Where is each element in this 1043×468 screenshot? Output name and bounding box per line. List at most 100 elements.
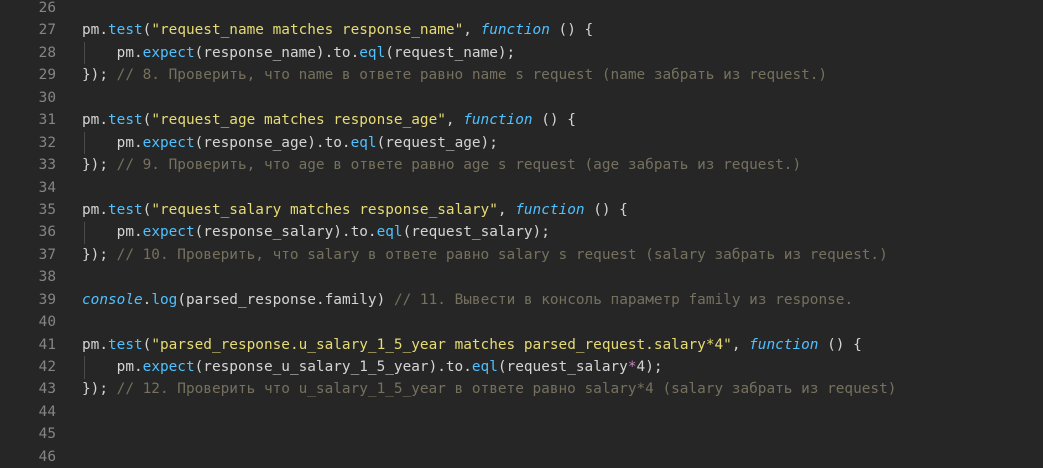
code-token: ,	[445, 112, 464, 129]
indent-guide	[84, 356, 85, 379]
code-token: // 12. Проверить что u_salary_1_5_year в…	[116, 381, 897, 398]
code-token: eql	[350, 134, 377, 151]
code-token: () {	[532, 112, 576, 129]
code-text[interactable]: pm.test("request_name matches response_n…	[82, 19, 593, 41]
code-token: (request_name);	[385, 44, 516, 61]
code-line[interactable]: 31 pm.test("request_age matches response_…	[0, 109, 1043, 131]
line-number: 37	[38, 246, 56, 263]
code-token: (response_u_salary_1_5_year).to.	[194, 359, 472, 375]
code-line[interactable]: 45	[0, 423, 1043, 445]
line-number: 41	[38, 336, 56, 353]
code-line[interactable]: 38	[0, 266, 1043, 288]
code-token: test	[108, 22, 143, 39]
code-line[interactable]: 39 console.log(parsed_response.family) //…	[0, 289, 1043, 311]
line-number: 32	[38, 134, 56, 151]
code-token: ,	[497, 201, 516, 218]
line-number: 26	[38, 0, 56, 16]
code-token: (parsed_response.family)	[177, 291, 394, 308]
line-number: 35	[38, 201, 56, 218]
line-number: 44	[38, 403, 56, 420]
code-token: (request_age);	[376, 134, 498, 151]
line-number: 38	[38, 269, 56, 286]
code-text[interactable]: console.log(parsed_response.family) // 1…	[82, 289, 853, 311]
line-number: 36	[38, 224, 56, 241]
code-line[interactable]: 35 pm.test("request_salary matches respon…	[0, 199, 1043, 221]
code-token: "request_age matches response_age"	[151, 112, 446, 129]
code-text[interactable]: pm.expect(response_age).to.eql(request_a…	[82, 132, 498, 154]
code-line[interactable]: 29}); // 8. Проверить, что name в ответе…	[0, 64, 1043, 86]
code-token: test	[108, 201, 143, 218]
code-token: 4);	[636, 359, 663, 375]
code-token: "request_salary matches response_salary"	[151, 201, 498, 218]
code-token: function	[480, 22, 550, 39]
code-text[interactable]: }); // 9. Проверить, что age в ответе ра…	[82, 154, 801, 176]
code-token: pm.	[82, 336, 108, 353]
code-token: expect	[142, 224, 195, 241]
code-line[interactable]: 33 }); // 9. Проверить, что age в ответе …	[0, 154, 1043, 176]
code-token: (response_salary).to.	[194, 224, 377, 241]
code-line[interactable]: 34	[0, 177, 1043, 199]
code-line[interactable]: 27 pm.test("request_name matches response…	[0, 19, 1043, 41]
code-token: ,	[731, 336, 750, 353]
code-token: log	[151, 291, 178, 308]
line-number: 27	[38, 22, 56, 39]
code-token: // 8. Проверить, что name в ответе равно…	[116, 67, 828, 84]
code-text[interactable]: pm.test("request_salary matches response…	[82, 199, 628, 221]
code-token: eql	[471, 359, 498, 375]
code-token: (response_name).to.	[194, 44, 360, 61]
line-number: 40	[38, 314, 56, 331]
code-token: });	[82, 67, 117, 84]
line-number: 31	[38, 112, 56, 129]
code-text[interactable]: pm.expect(response_name).to.eql(request_…	[82, 42, 516, 64]
indent-guide	[84, 221, 85, 244]
code-token: eql	[376, 224, 403, 241]
code-token: () {	[818, 336, 862, 353]
code-editor[interactable]: 26 27 pm.test("request_name matches respon…	[0, 0, 1043, 467]
code-line[interactable]: 46	[0, 446, 1043, 468]
line-number: 42	[38, 359, 56, 375]
code-line[interactable]: 32 pm.expect(response_age).to.eql(reques…	[0, 132, 1043, 154]
code-text[interactable]: }); // 8. Проверить, что name в ответе р…	[82, 64, 827, 86]
line-number: 34	[38, 179, 56, 196]
code-token: (response_age).to.	[194, 134, 351, 151]
code-line[interactable]: 43 }); // 12. Проверить что u_salary_1_5_…	[0, 378, 1043, 400]
code-token: pm.	[82, 134, 143, 151]
code-token: console	[82, 291, 143, 308]
indent-guide	[84, 131, 85, 155]
code-text[interactable]: pm.expect(response_u_salary_1_5_year).to…	[82, 356, 663, 378]
code-token: });	[82, 157, 117, 174]
code-text[interactable]: pm.test("parsed_response.u_salary_1_5_ye…	[82, 334, 862, 356]
code-text[interactable]: pm.expect(response_salary).to.eql(reques…	[82, 221, 550, 243]
code-token: "request_name matches response_name"	[151, 22, 464, 39]
line-number: 46	[38, 448, 56, 465]
code-token: function	[515, 201, 585, 218]
code-text[interactable]: pm.test("request_age matches response_ag…	[82, 109, 576, 131]
code-token: // 10. Проверить, что salary в ответе ра…	[116, 246, 888, 263]
line-number: 43	[38, 381, 56, 398]
code-line[interactable]: 30	[0, 87, 1043, 109]
code-text[interactable]: }); // 12. Проверить что u_salary_1_5_ye…	[82, 378, 896, 400]
line-number: 39	[38, 291, 56, 308]
code-token: test	[108, 112, 143, 129]
code-line[interactable]: 28 pm.expect(response_name).to.eql(reque…	[0, 42, 1043, 64]
line-number: 45	[38, 426, 56, 443]
code-line[interactable]: 42 pm.expect(response_u_salary_1_5_year)…	[0, 356, 1043, 378]
code-token: pm.	[82, 112, 108, 129]
code-token: });	[82, 246, 117, 263]
code-token: *	[627, 359, 637, 375]
line-number: 33	[38, 157, 56, 174]
code-line[interactable]: 40	[0, 311, 1043, 333]
code-line[interactable]: 44	[0, 401, 1043, 423]
indent-guide	[84, 41, 85, 65]
code-token: function	[463, 112, 533, 129]
code-line[interactable]: 41 pm.test("parsed_response.u_salary_1_5_…	[0, 334, 1043, 356]
code-token: (request_salary	[497, 359, 628, 375]
code-token: // 11. Вывести в консоль параметр family…	[393, 291, 854, 308]
line-number: 29	[38, 67, 56, 84]
code-text[interactable]: }); // 10. Проверить, что salary в ответ…	[82, 244, 888, 266]
code-token: pm.	[82, 201, 108, 218]
line-number: 28	[38, 44, 56, 61]
code-line[interactable]: 37}); // 10. Проверить, что salary в отв…	[0, 244, 1043, 266]
code-line[interactable]: 26	[0, 0, 1043, 19]
code-line[interactable]: 36 pm.expect(response_salary).to.eql(req…	[0, 221, 1043, 243]
